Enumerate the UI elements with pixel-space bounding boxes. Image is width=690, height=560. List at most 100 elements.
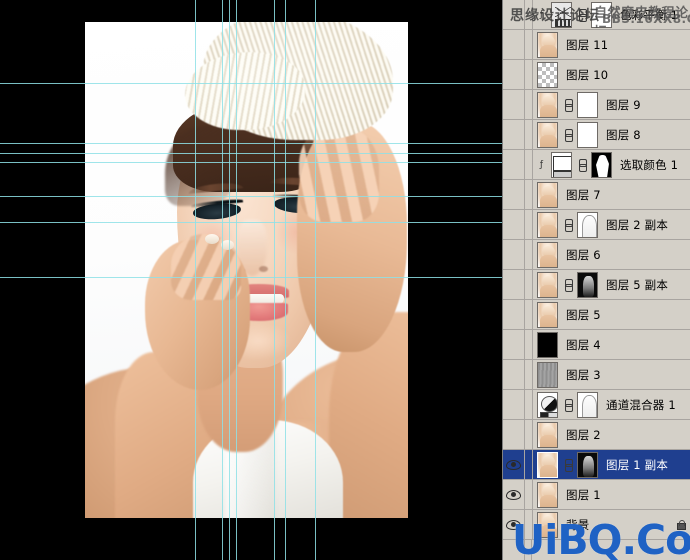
layer-thumbnail[interactable] — [537, 301, 558, 328]
layer-link-cell[interactable] — [525, 390, 533, 419]
layer-thumbnail[interactable] — [537, 31, 558, 58]
link-chain-icon[interactable] — [577, 8, 587, 22]
guide-vertical-1[interactable] — [222, 0, 223, 560]
layer-name-label[interactable]: 图层 5 — [566, 307, 601, 323]
layer-link-cell[interactable] — [525, 420, 533, 449]
layer-link-cell[interactable] — [525, 360, 533, 389]
layer-visibility-toggle[interactable] — [503, 240, 525, 269]
layer-row[interactable]: 图层 2 — [503, 420, 690, 450]
layer-thumbnail[interactable] — [537, 241, 558, 268]
layer-visibility-toggle[interactable] — [503, 0, 525, 29]
link-chain-icon[interactable] — [563, 398, 573, 412]
layer-thumbnail[interactable] — [537, 391, 558, 418]
layer-row[interactable]: 图层 1 — [503, 480, 690, 510]
guide-vertical-3[interactable] — [236, 0, 237, 560]
eye-icon[interactable] — [506, 489, 521, 500]
layer-thumbnail[interactable] — [537, 481, 558, 508]
layer-name-label[interactable]: 图层 4 — [566, 337, 601, 353]
guide-horizontal-4[interactable] — [0, 196, 502, 197]
layer-row[interactable]: 图层 3 — [503, 360, 690, 390]
layer-visibility-toggle[interactable] — [503, 120, 525, 149]
layer-link-cell[interactable] — [525, 240, 533, 269]
layer-thumbnail[interactable] — [537, 361, 558, 388]
layer-visibility-toggle[interactable] — [503, 270, 525, 299]
layer-thumbnail[interactable] — [537, 91, 558, 118]
layer-link-cell[interactable] — [525, 180, 533, 209]
guide-vertical-5[interactable] — [285, 0, 286, 560]
layer-thumbnail[interactable] — [551, 151, 572, 178]
layer-row[interactable]: 通道混合器 1 — [503, 390, 690, 420]
guide-horizontal-1[interactable] — [0, 143, 502, 144]
link-chain-icon[interactable] — [563, 278, 573, 292]
layer-mask-thumbnail[interactable] — [577, 91, 598, 118]
layer-thumbnail[interactable] — [537, 211, 558, 238]
layer-thumbnail[interactable] — [537, 331, 558, 358]
layer-name-label[interactable]: 图层 9 — [606, 97, 641, 113]
layer-link-cell[interactable] — [525, 300, 533, 329]
layer-mask-thumbnail[interactable] — [577, 451, 598, 478]
guide-vertical-6[interactable] — [315, 0, 316, 560]
layer-row[interactable]: 图层 7 — [503, 180, 690, 210]
layer-visibility-toggle[interactable] — [503, 480, 525, 509]
guide-vertical-2[interactable] — [229, 0, 230, 560]
layer-name-label[interactable]: 图层 8 — [606, 127, 641, 143]
layer-visibility-toggle[interactable] — [503, 180, 525, 209]
layer-link-cell[interactable] — [525, 270, 533, 299]
layer-row[interactable]: 图层 2 副本 — [503, 210, 690, 240]
layer-name-label[interactable]: 图层 5 副本 — [606, 277, 668, 293]
layer-mask-thumbnail[interactable] — [577, 271, 598, 298]
layer-thumbnail[interactable] — [537, 121, 558, 148]
layer-mask-thumbnail[interactable] — [591, 1, 612, 28]
layer-link-cell[interactable] — [525, 480, 533, 509]
link-chain-icon[interactable] — [563, 218, 573, 232]
layer-row[interactable]: 背景 — [503, 510, 690, 540]
guide-horizontal-3[interactable] — [0, 162, 502, 163]
layer-name-label[interactable]: 色彩平衡 1 — [620, 7, 678, 23]
layer-row[interactable]: 图层 5 副本 — [503, 270, 690, 300]
guide-vertical-4[interactable] — [274, 0, 275, 560]
layer-visibility-toggle[interactable] — [503, 300, 525, 329]
layer-link-cell[interactable] — [525, 330, 533, 359]
layer-list[interactable]: ƒ 色彩平衡 1 图层 11 图层 10 图层 9 图层 8 ƒ 选取颜色 1 图层 7 图层 2… — [503, 0, 690, 540]
layer-row[interactable]: 图层 8 — [503, 120, 690, 150]
layer-thumbnail[interactable] — [537, 181, 558, 208]
layer-name-label[interactable]: 图层 6 — [566, 247, 601, 263]
layer-visibility-toggle[interactable] — [503, 60, 525, 89]
layers-panel[interactable]: ƒ 色彩平衡 1 图层 11 图层 10 图层 9 图层 8 ƒ 选取颜色 1 图层 7 图层 2… — [502, 0, 690, 560]
layer-visibility-toggle[interactable] — [503, 210, 525, 239]
layer-visibility-toggle[interactable] — [503, 330, 525, 359]
guide-horizontal-2[interactable] — [0, 153, 502, 154]
layer-link-cell[interactable] — [525, 60, 533, 89]
layer-name-label[interactable]: 图层 7 — [566, 187, 601, 203]
layer-link-cell[interactable] — [525, 120, 533, 149]
layer-row[interactable]: 图层 5 — [503, 300, 690, 330]
layer-visibility-toggle[interactable] — [503, 150, 525, 179]
guide-horizontal-5[interactable] — [0, 222, 502, 223]
eye-icon[interactable] — [506, 459, 521, 470]
layer-mask-thumbnail[interactable] — [577, 121, 598, 148]
layer-name-label[interactable]: 图层 2 副本 — [606, 217, 668, 233]
layer-thumbnail[interactable] — [537, 421, 558, 448]
layer-mask-thumbnail[interactable] — [577, 391, 598, 418]
layer-thumbnail[interactable] — [537, 511, 558, 538]
layer-visibility-toggle[interactable] — [503, 360, 525, 389]
layer-row[interactable]: 图层 4 — [503, 330, 690, 360]
layer-visibility-toggle[interactable] — [503, 90, 525, 119]
layer-visibility-toggle[interactable] — [503, 30, 525, 59]
layer-row[interactable]: 图层 1 副本 — [503, 450, 690, 480]
layer-row[interactable]: ƒ 选取颜色 1 — [503, 150, 690, 180]
document-photo[interactable] — [85, 22, 408, 518]
link-chain-icon[interactable] — [563, 98, 573, 112]
layer-mask-thumbnail[interactable] — [577, 211, 598, 238]
canvas-area[interactable] — [0, 0, 502, 560]
layer-name-label[interactable]: 图层 10 — [566, 67, 608, 83]
layer-name-label[interactable]: 图层 1 — [566, 487, 601, 503]
layer-mask-thumbnail[interactable] — [591, 151, 612, 178]
guide-horizontal-0[interactable] — [0, 83, 502, 84]
layer-row[interactable]: ƒ 色彩平衡 1 — [503, 0, 690, 30]
layer-visibility-toggle[interactable] — [503, 450, 525, 479]
layer-link-cell[interactable] — [525, 510, 533, 539]
guide-vertical-0[interactable] — [195, 0, 196, 560]
layer-row[interactable]: 图层 11 — [503, 30, 690, 60]
layer-name-label[interactable]: 背景 — [566, 517, 589, 533]
